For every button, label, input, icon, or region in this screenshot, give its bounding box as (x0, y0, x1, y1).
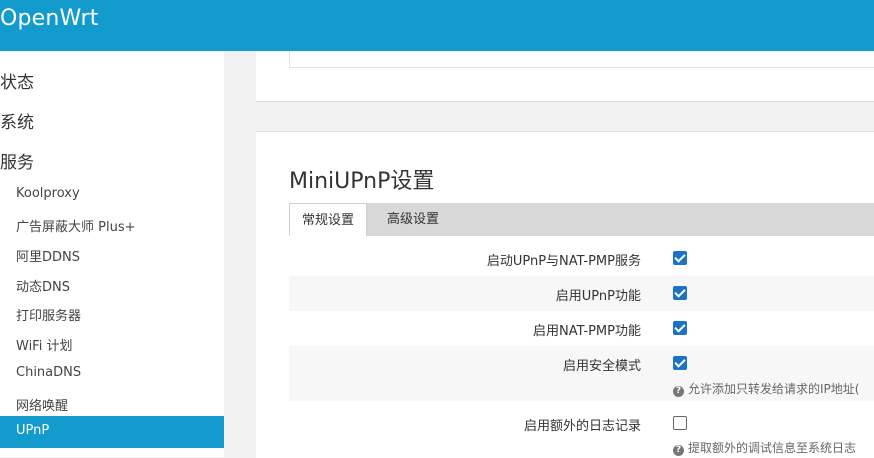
hint-text: 提取额外的调试信息至系统日志 (688, 441, 857, 455)
question-icon: ? (673, 386, 684, 397)
option-label: 启用额外的日志记录 (523, 419, 641, 434)
secure-mode-checkbox[interactable] (673, 356, 687, 370)
sidebar-item-services[interactable]: 服务 (0, 148, 34, 173)
sidebar-item-koolproxy[interactable]: Koolproxy (16, 186, 80, 201)
top-bar: OpenWrt (0, 0, 874, 51)
brand-logo[interactable]: OpenWrt (0, 6, 99, 31)
sidebar-item-ali-ddns[interactable]: 阿里DDNS (16, 246, 80, 265)
extra-logging-checkbox[interactable] (673, 416, 687, 430)
enable-service-checkbox[interactable] (673, 251, 687, 265)
enable-natpmp-checkbox[interactable] (673, 321, 687, 335)
sidebar-item-print-server[interactable]: 打印服务器 (16, 305, 81, 324)
option-label: 启动UPnP与NAT-PMP服务 (486, 254, 641, 269)
previous-panel-section (289, 51, 874, 68)
sidebar: 状态 系统 服务 Koolproxy 广告屏蔽大师 Plus+ 阿里DDNS 动… (0, 51, 224, 457)
tab-advanced-settings[interactable]: 高级设置 (367, 203, 459, 236)
question-icon: ? (673, 445, 684, 456)
option-row-enable-service: 启动UPnP与NAT-PMP服务 (289, 241, 874, 276)
previous-panel (256, 51, 874, 102)
hint-text: 允许添加只转发给请求的IP地址( (688, 382, 860, 396)
upnp-settings-panel: MiniUPnP设置 常规设置 高级设置 启动UPnP与NAT-PMP服务 启用… (256, 131, 874, 458)
option-label: 启用安全模式 (562, 359, 641, 374)
page-title: MiniUPnP设置 (289, 169, 435, 194)
sidebar-item-status[interactable]: 状态 (0, 68, 34, 93)
option-label: 启用NAT-PMP功能 (533, 324, 641, 339)
tab-bar: 常规设置 高级设置 (289, 203, 874, 236)
sidebar-item-label: UPnP (16, 423, 50, 438)
option-label: 启用UPnP功能 (555, 289, 641, 304)
secure-mode-hint: ? 允许添加只转发给请求的IP地址( (673, 380, 859, 397)
tab-general-settings[interactable]: 常规设置 (289, 203, 367, 236)
sidebar-item-adblock-plus[interactable]: 广告屏蔽大师 Plus+ (16, 216, 136, 235)
sidebar-item-wake-on-lan[interactable]: 网络唤醒 (16, 395, 68, 414)
sidebar-item-dynamic-dns[interactable]: 动态DNS (16, 276, 70, 295)
option-row-enable-natpmp: 启用NAT-PMP功能 (289, 311, 874, 346)
sidebar-item-upnp[interactable]: UPnP (0, 416, 224, 448)
sidebar-item-wifi-schedule[interactable]: WiFi 计划 (16, 335, 72, 354)
option-row-secure-mode: 启用安全模式 ? 允许添加只转发给请求的IP地址( (289, 346, 874, 401)
option-row-extra-logging: 启用额外的日志记录 ? 提取额外的调试信息至系统日志 (289, 406, 874, 458)
sidebar-item-chinadns[interactable]: ChinaDNS (16, 365, 81, 380)
enable-upnp-checkbox[interactable] (673, 286, 687, 300)
extra-logging-hint: ? 提取额外的调试信息至系统日志 (673, 439, 856, 456)
sidebar-item-system[interactable]: 系统 (0, 108, 34, 133)
option-row-enable-upnp: 启用UPnP功能 (289, 276, 874, 311)
